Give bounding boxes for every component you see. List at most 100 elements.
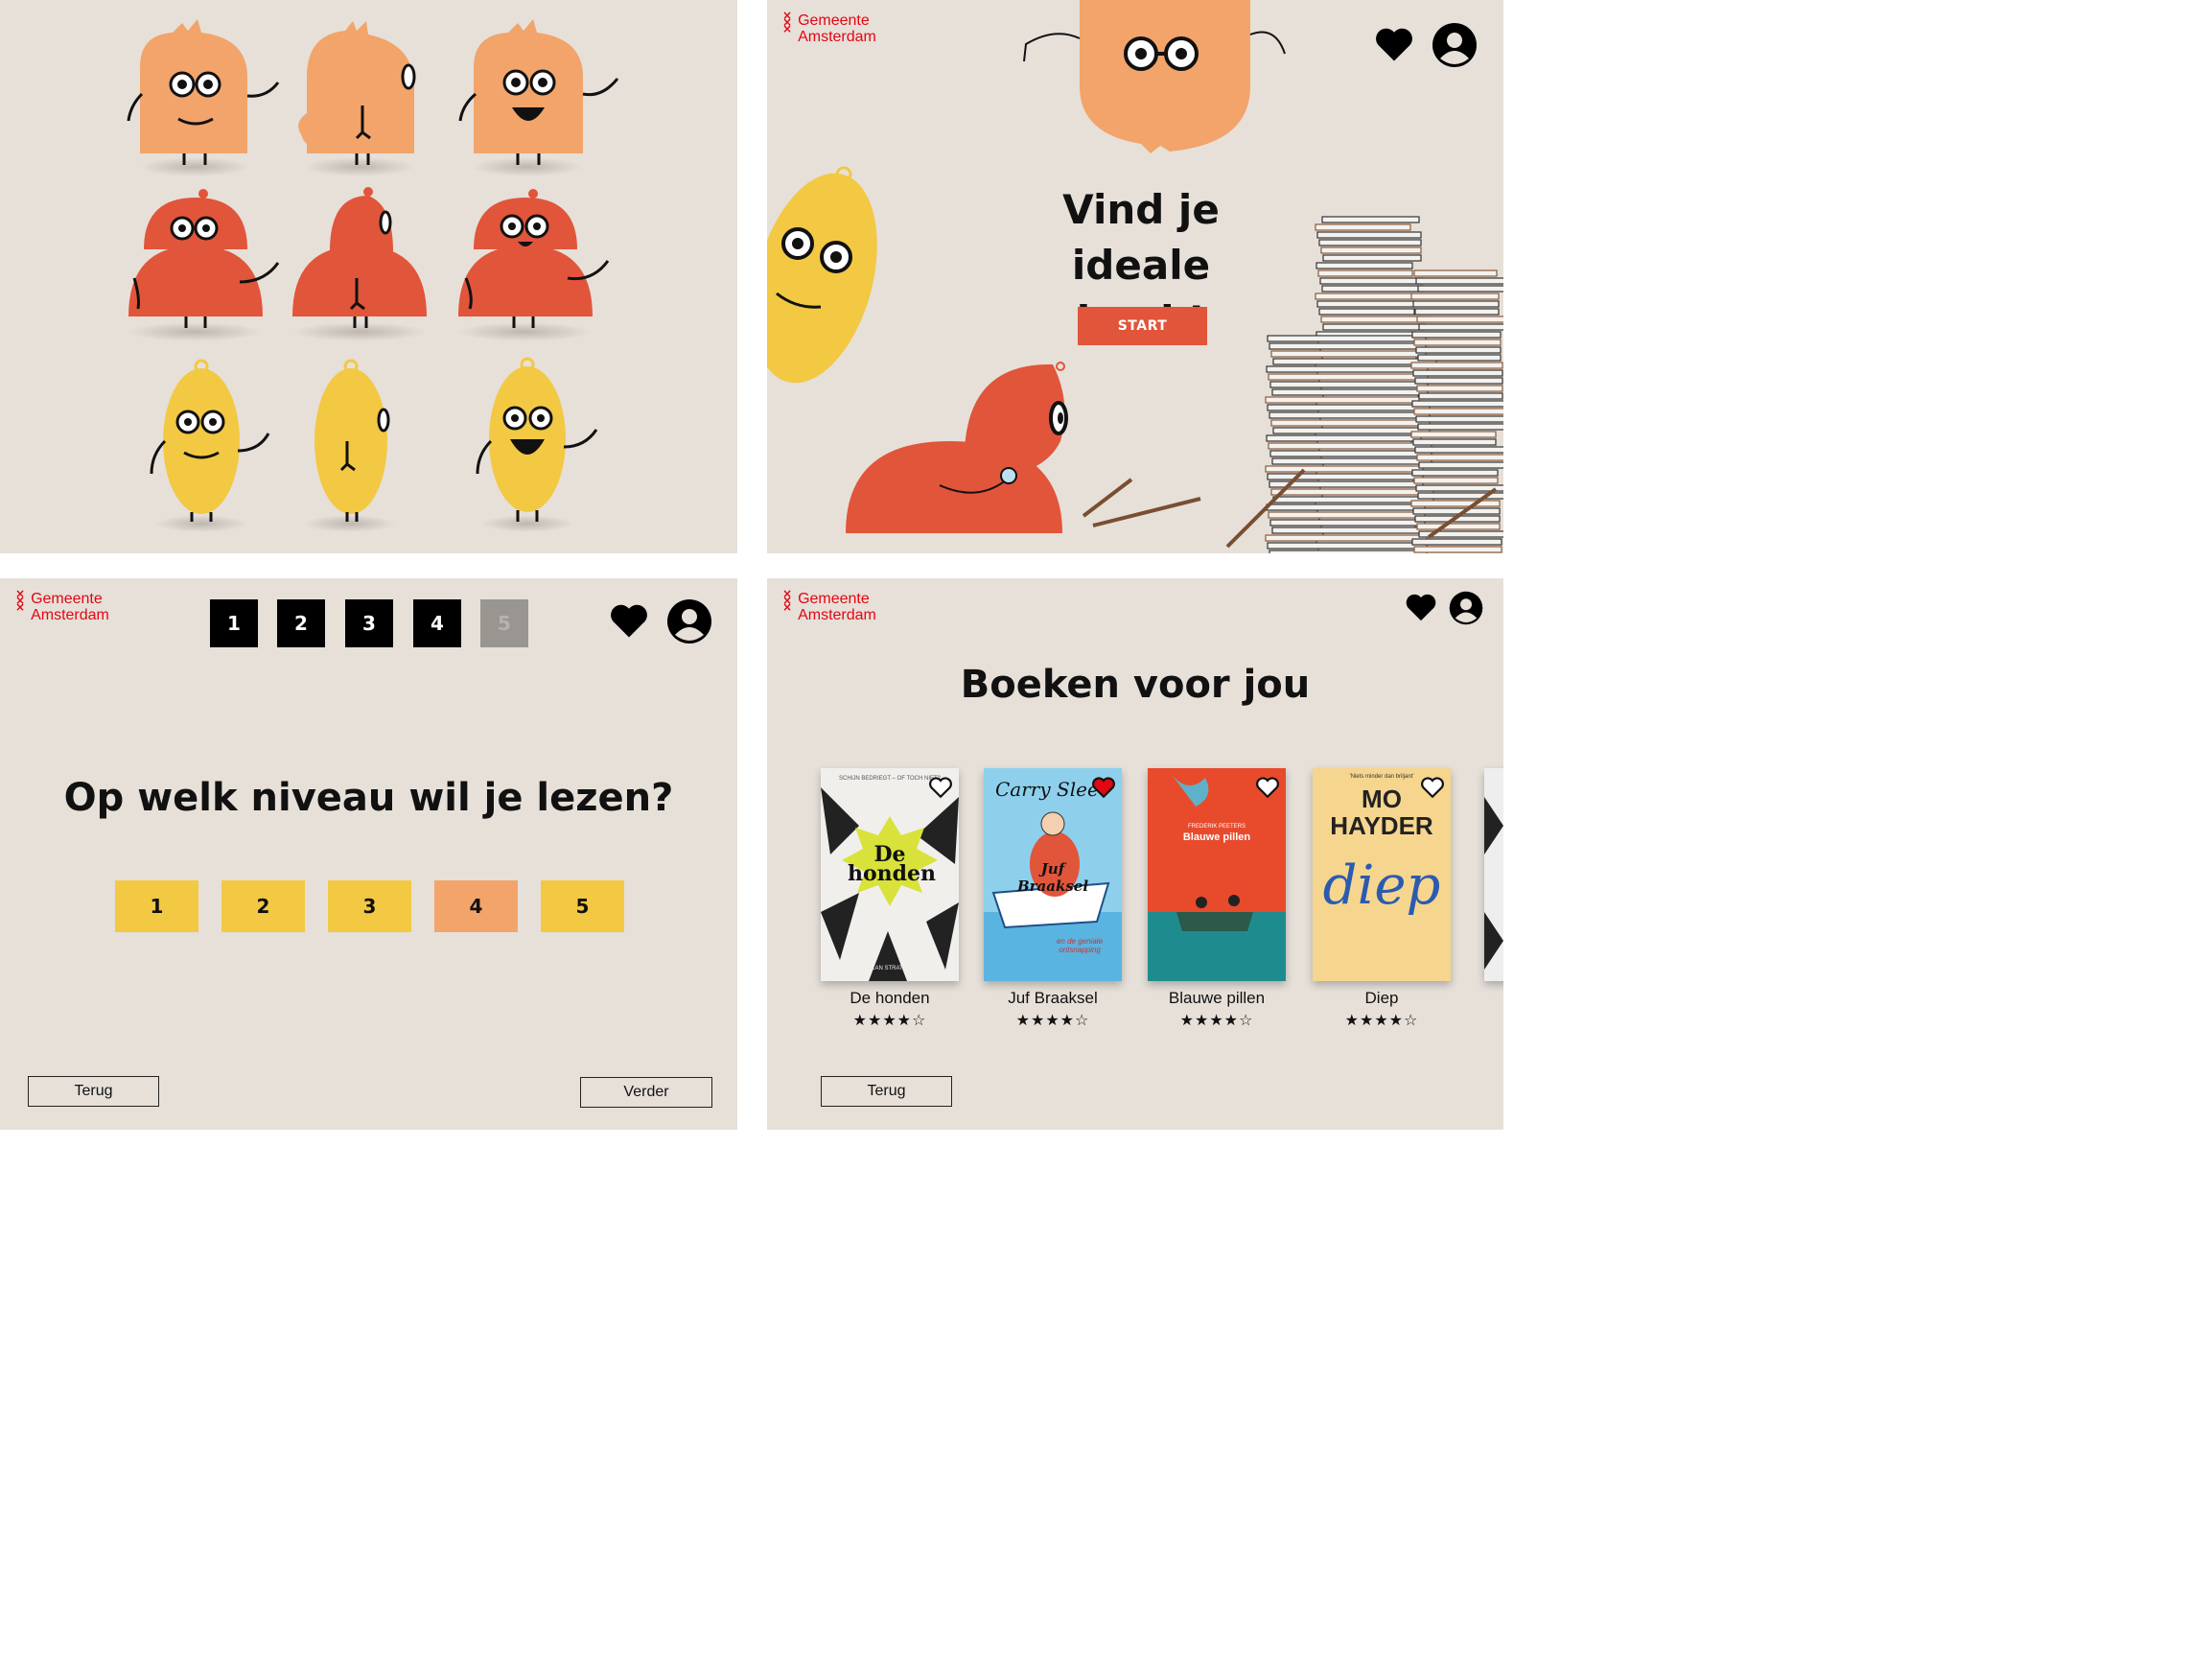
stacked-book <box>1411 469 1499 477</box>
stacked-book <box>1271 388 1429 396</box>
step-3[interactable]: 3 <box>345 599 393 647</box>
stacked-book <box>1265 396 1420 404</box>
book-card[interactable]: Carry Slee Juf Braaksel en de geniale on… <box>984 768 1122 1029</box>
stacked-book <box>1269 550 1428 553</box>
logo-line2: Amsterdam <box>31 607 109 623</box>
orange-character-front <box>127 19 280 176</box>
profile-button[interactable] <box>1448 590 1484 626</box>
red-character-front <box>128 189 280 341</box>
heart-icon <box>1406 594 1436 621</box>
stacked-book <box>1414 308 1500 316</box>
stacked-book <box>1316 300 1415 308</box>
logo-crosses: × × × <box>782 9 793 35</box>
stacked-book <box>1267 542 1428 550</box>
level-option-4[interactable]: 4 <box>434 880 518 932</box>
stacked-book <box>1321 285 1424 293</box>
stacked-book <box>1316 231 1422 239</box>
stacked-book <box>1413 339 1502 346</box>
profile-button[interactable] <box>1431 21 1479 69</box>
home-screen: ××× Gemeente Amsterdam Vind je ideale bo… <box>767 0 1503 553</box>
user-icon <box>1432 23 1477 67</box>
logo-line2: Amsterdam <box>798 29 876 45</box>
stacked-book <box>1266 365 1429 373</box>
logo-text: Gemeente Amsterdam <box>31 591 109 623</box>
stacked-book <box>1270 419 1431 427</box>
stacked-book <box>1414 446 1503 454</box>
book-cover: Carry Slee Juf Braaksel en de geniale on… <box>984 768 1122 981</box>
stacked-book <box>1416 523 1501 530</box>
start-button[interactable]: START <box>1078 307 1207 345</box>
book-card[interactable]: SCHIJN BEDRIEGT – OF TOCH NIET? De honde… <box>821 768 959 1029</box>
stacked-book <box>1265 534 1428 542</box>
results-title: Boeken voor jou <box>960 663 1311 707</box>
stacked-book <box>1317 269 1413 277</box>
cover-author: ALLAN STRATTON <box>864 966 916 971</box>
favorites-button[interactable] <box>1404 590 1438 624</box>
yellow-character-front <box>150 359 270 532</box>
stacked-book <box>1418 323 1503 331</box>
character-sheet-illustration <box>127 19 619 532</box>
level-option-2[interactable]: 2 <box>221 880 305 932</box>
stacked-book <box>1415 277 1503 285</box>
step-1[interactable]: 1 <box>210 599 258 647</box>
level-option-5[interactable]: 5 <box>541 880 624 932</box>
back-button[interactable]: Terug <box>28 1076 159 1107</box>
logo-text: Gemeente Amsterdam <box>798 12 876 45</box>
heart-outline-icon[interactable] <box>1420 776 1445 799</box>
book-card-partial[interactable] <box>1484 768 1503 981</box>
next-button[interactable]: Verder <box>580 1077 712 1108</box>
book-cover: FREDERIK PEETERS Blauwe pillen <box>1148 768 1286 981</box>
stacked-book <box>1416 316 1503 323</box>
profile-button[interactable] <box>665 597 713 645</box>
stacked-book <box>1410 500 1501 507</box>
favorites-button[interactable] <box>608 599 650 642</box>
fallen-book <box>1082 478 1133 518</box>
step-4[interactable]: 4 <box>413 599 461 647</box>
cover-art-sea <box>1148 768 1286 981</box>
heart-outline-icon[interactable] <box>1255 776 1280 799</box>
back-button[interactable]: Terug <box>821 1076 952 1107</box>
step-2[interactable]: 2 <box>277 599 325 647</box>
stacked-book <box>1412 438 1497 446</box>
yellow-character-side <box>304 359 396 532</box>
cover-tagline: en de geniale ontsnapping <box>1056 937 1104 954</box>
yellow-character-happy <box>476 357 598 532</box>
stacked-book <box>1414 377 1503 385</box>
level-option-1[interactable]: 1 <box>115 880 198 932</box>
stacked-book <box>1322 254 1422 262</box>
character-sheet-panel <box>0 0 737 553</box>
stacked-book <box>1413 477 1499 484</box>
red-character-reading <box>846 362 1068 533</box>
gemeente-amsterdam-logo[interactable]: × × × Gemeente Amsterdam <box>15 588 109 623</box>
stacked-book <box>1410 431 1497 438</box>
stacked-book <box>1412 300 1500 308</box>
stacked-book <box>1411 400 1503 408</box>
stacked-book <box>1321 216 1420 223</box>
book-card[interactable]: FREDERIK PEETERS Blauwe pillen Blauwe pi… <box>1148 768 1286 1029</box>
book-title: Blauwe pillen <box>1168 989 1266 1007</box>
gemeente-amsterdam-logo[interactable]: × × × Gemeente Amsterdam <box>782 587 876 623</box>
star-rating: ★★★★☆ <box>852 1011 927 1029</box>
stacked-book <box>1411 538 1502 546</box>
heart-filled-icon[interactable] <box>1091 776 1116 799</box>
stacked-book <box>1413 546 1502 553</box>
level-option-3[interactable]: 3 <box>328 880 411 932</box>
stacked-book <box>1316 262 1413 269</box>
user-icon <box>1449 591 1483 625</box>
yellow-character-peeking <box>767 166 877 384</box>
stacked-book <box>1417 285 1503 293</box>
stacked-book <box>1269 381 1429 388</box>
logo-crosses: × × × <box>782 587 793 614</box>
cover-title: Blauwe pillen <box>1182 831 1251 843</box>
stacked-book <box>1269 519 1426 527</box>
heart-icon <box>1376 28 1412 61</box>
gemeente-amsterdam-logo[interactable]: × × × Gemeente Amsterdam <box>782 9 876 45</box>
favorites-button[interactable] <box>1373 23 1415 65</box>
logo-line1: Gemeente <box>798 591 870 607</box>
red-character-happy <box>457 189 610 341</box>
stacked-book <box>1322 323 1426 331</box>
book-card[interactable]: 'Niets minder dan briljant' MO HAYDER di… <box>1313 768 1451 1029</box>
heart-outline-icon[interactable] <box>928 776 953 799</box>
star-rating: ★★★★☆ <box>1179 1011 1254 1029</box>
stacked-book <box>1271 527 1436 534</box>
